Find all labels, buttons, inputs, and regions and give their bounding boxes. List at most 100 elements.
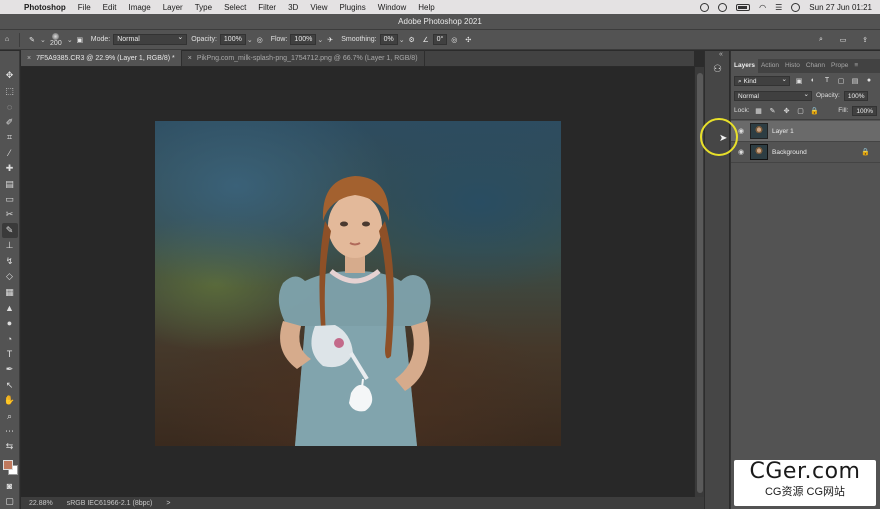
battery-icon[interactable] (736, 3, 751, 11)
move-icon[interactable]: ✥ (2, 68, 18, 83)
art-history-icon[interactable]: ↯ (2, 254, 18, 269)
filter-smart-icon[interactable]: ▤ (850, 76, 860, 86)
type-icon[interactable]: T (2, 346, 18, 361)
patch-icon[interactable]: ▤ (2, 176, 18, 191)
menu-layer[interactable]: Layer (157, 3, 189, 12)
filter-shape-icon[interactable]: ▢ (836, 76, 846, 86)
more-icon[interactable]: ⋯ (2, 424, 18, 439)
tab-actions[interactable]: Action (758, 59, 782, 73)
symmetry-icon[interactable]: ✣ (461, 33, 475, 47)
tab-channels[interactable]: Chann (803, 59, 828, 73)
filter-toggle-icon[interactable]: ● (864, 76, 874, 86)
blend-mode-select[interactable]: Normal (734, 90, 812, 101)
flow-field[interactable]: 100% (290, 34, 317, 45)
gradient-icon[interactable]: ▦ (2, 285, 18, 300)
blur-icon[interactable]: ▲ (2, 300, 18, 315)
lock-all-icon[interactable]: 🔒 (810, 106, 820, 116)
pen-icon[interactable]: ✒ (2, 362, 18, 377)
layer-row-background[interactable]: ◉ Background 🔒 (731, 142, 880, 163)
collapse-panels-icon[interactable]: « (719, 51, 723, 58)
angle-field[interactable]: 0° (432, 34, 448, 45)
zoom-level[interactable]: 22.88% (29, 500, 53, 507)
layer-row-layer-1[interactable]: ◉ Layer 1 (731, 121, 880, 142)
lock-transparent-icon[interactable]: ▦ (754, 106, 764, 116)
brush-settings-icon[interactable]: ▣ (73, 33, 87, 47)
menu-window[interactable]: Window (372, 3, 412, 12)
lock-position-icon[interactable]: ✥ (782, 106, 792, 116)
marquee-icon[interactable]: ⬚ (2, 83, 18, 98)
eyedropper-icon[interactable]: ⁄ (2, 145, 18, 160)
tab-document-1[interactable]: × 7F5A9385.CR3 @ 22.9% (Layer 1, RGB/8) … (21, 50, 182, 66)
pressure-opacity-icon[interactable]: ◎ (253, 33, 267, 47)
healing-icon[interactable]: ✚ (2, 161, 18, 176)
clone-icon[interactable]: ▭ (2, 192, 18, 207)
menu-3d[interactable]: 3D (282, 3, 304, 12)
lock-icon[interactable]: 🔒 (861, 148, 870, 156)
layer-name[interactable]: Background (772, 149, 807, 156)
menu-filter[interactable]: Filter (252, 3, 282, 12)
menu-file[interactable]: File (72, 3, 97, 12)
layer-name[interactable]: Layer 1 (772, 128, 794, 135)
learn-icon[interactable]: ⚇ (711, 64, 724, 77)
opacity-field[interactable]: 100% (219, 34, 246, 45)
gear-icon[interactable]: ⚙ (405, 33, 419, 47)
path-select-icon[interactable]: ↖ (2, 377, 18, 392)
lock-artboard-icon[interactable]: ▢ (796, 106, 806, 116)
lasso-icon[interactable]: ◌ (2, 99, 18, 114)
fill-field[interactable]: 100% (852, 105, 877, 116)
mode-select[interactable]: Normal (113, 33, 188, 45)
pressure-size-icon[interactable]: ◎ (447, 33, 461, 47)
filter-pixel-icon[interactable]: ▣ (794, 76, 804, 86)
status-arrow[interactable]: > (166, 500, 170, 507)
creative-cloud-icon[interactable] (718, 2, 728, 12)
menu-plugins[interactable]: Plugins (334, 3, 372, 12)
visibility-icon[interactable]: ◉ (736, 148, 746, 156)
screen-mode-icon[interactable]: ▢ (2, 494, 18, 509)
search-icon[interactable]: ⌕ (814, 33, 828, 47)
smoothing-field[interactable]: 0% (379, 34, 398, 45)
close-icon[interactable]: × (27, 55, 31, 62)
tab-document-2[interactable]: × PikPng.com_milk-splash-png_1754712.png… (182, 50, 425, 66)
angle-icon[interactable]: ∠ (419, 33, 433, 47)
canvas-area[interactable] (21, 67, 694, 497)
menu-app-photoshop[interactable]: Photoshop (20, 3, 72, 12)
quick-mask-icon[interactable]: ◙ (2, 478, 18, 493)
panel-menu-icon[interactable]: ≡ (851, 59, 861, 73)
menu-view[interactable]: View (304, 3, 333, 12)
menu-type[interactable]: Type (189, 3, 218, 12)
close-icon[interactable]: × (188, 55, 192, 62)
menu-image[interactable]: Image (122, 3, 156, 12)
menubar-clock[interactable]: Sun 27 Jun 01:21 (809, 3, 872, 12)
tab-history[interactable]: Histo (782, 59, 803, 73)
dodge-icon[interactable]: ● (2, 316, 18, 331)
foreground-color-swatch[interactable] (2, 459, 13, 470)
menu-edit[interactable]: Edit (97, 3, 123, 12)
brush-icon[interactable]: ✎ (1, 222, 18, 239)
tab-properties[interactable]: Prope (828, 59, 851, 73)
stamp-icon[interactable]: ⊥ (2, 238, 18, 253)
layer-opacity-field[interactable]: 100% (843, 90, 869, 101)
color-profile[interactable]: sRGB IEC61966-2.1 (8bpc) (67, 500, 153, 507)
crop-icon[interactable]: ⌗ (2, 130, 18, 145)
workspace-icon[interactable]: ▭ (836, 33, 850, 47)
brush-size-picker[interactable]: 200 (46, 32, 66, 47)
zoom-icon[interactable]: ⌕ (2, 408, 18, 423)
control-center-icon[interactable]: ☰ (775, 3, 782, 12)
home-icon[interactable]: ⌂ (0, 33, 14, 47)
layer-filter-select[interactable]: ⌕ Kind (734, 75, 790, 86)
airbrush-icon[interactable]: ✈ (323, 33, 337, 47)
wifi-icon[interactable]: ◠ (759, 3, 766, 12)
burn-icon[interactable]: ◔ (2, 331, 18, 346)
lock-pixels-icon[interactable]: ✎ (768, 106, 778, 116)
swap-colors-icon[interactable]: ⇆ (2, 439, 18, 454)
filter-adjustment-icon[interactable]: ◐ (808, 76, 818, 86)
record-icon[interactable] (700, 2, 710, 12)
share-icon[interactable]: ⇪ (858, 33, 872, 47)
brush-preset-icon[interactable]: ✎ (25, 33, 39, 47)
history-brush-icon[interactable]: ✂ (2, 207, 18, 222)
filter-type-icon[interactable]: T (822, 76, 832, 86)
menu-help[interactable]: Help (412, 3, 440, 12)
tab-layers[interactable]: Layers (731, 59, 758, 73)
siri-icon[interactable] (791, 2, 801, 12)
hand-icon[interactable]: ✋ (2, 393, 18, 408)
